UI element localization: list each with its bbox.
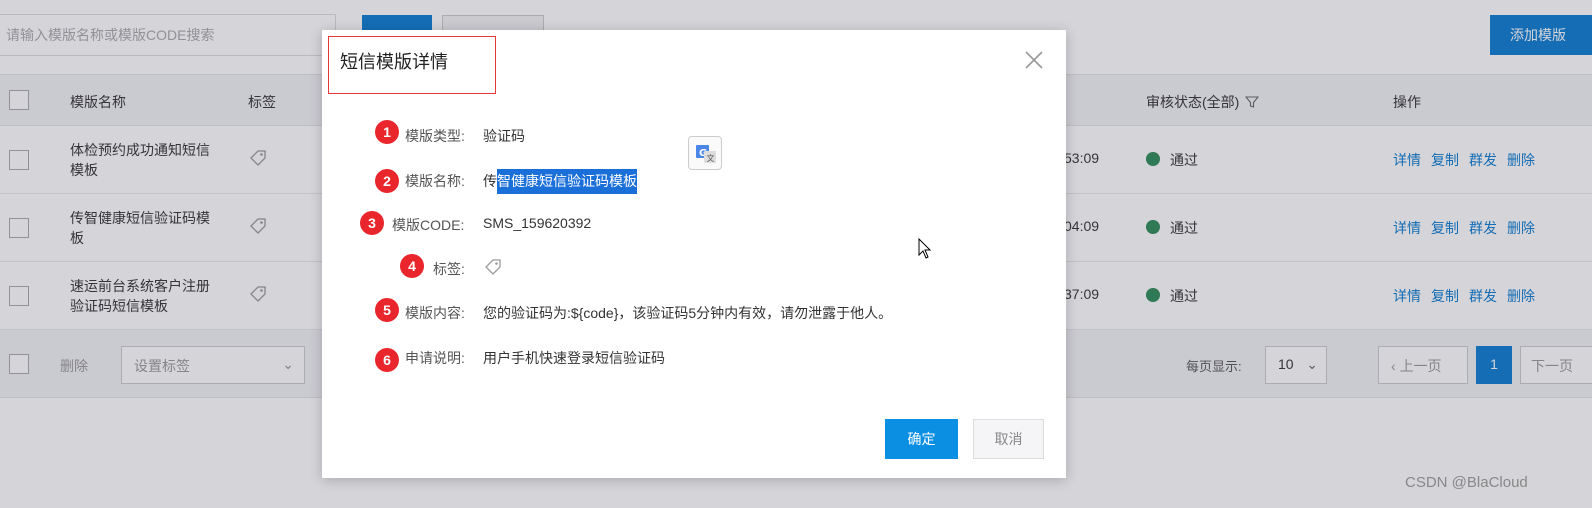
field-value: 用户手机快速登录短信验证码 xyxy=(483,350,665,366)
annotation-badge: 5 xyxy=(375,298,399,322)
field-label: 申请说明: xyxy=(405,350,465,366)
tag-icon[interactable] xyxy=(483,257,503,277)
field-label: 模版CODE: xyxy=(392,217,465,233)
field-label: 模版名称: xyxy=(405,173,465,189)
field-value-unselected: 传 xyxy=(483,173,497,189)
field-label: 模版内容: xyxy=(405,305,465,321)
confirm-button[interactable]: 确定 xyxy=(885,419,958,459)
translate-icon[interactable]: G文 xyxy=(688,136,722,170)
selected-text: 智健康短信验证码模板 xyxy=(497,169,637,194)
watermark: CSDN @BlaCloud xyxy=(1405,474,1528,491)
annotation-badge: 6 xyxy=(375,348,399,372)
field-label: 标签: xyxy=(433,261,465,277)
annotation-badge: 1 xyxy=(375,120,399,144)
svg-text:文: 文 xyxy=(707,153,715,163)
field-value: 传智健康短信验证码模板 xyxy=(483,169,637,194)
field-value: 验证码 xyxy=(483,128,525,144)
mouse-cursor-icon xyxy=(918,238,932,259)
field-label: 模版类型: xyxy=(405,128,465,144)
template-detail-modal: 短信模版详情 1 模版类型: 验证码 2 模版名称: 传智健康短信验证码模板 G… xyxy=(322,30,1066,478)
field-value: 您的验证码为:${code}，该验证码5分钟内有效，请勿泄露于他人。 xyxy=(483,305,893,321)
close-icon[interactable] xyxy=(1022,48,1046,72)
annotation-badge: 3 xyxy=(360,211,384,235)
annotation-badge: 2 xyxy=(375,169,399,193)
title-annotation-box xyxy=(328,36,496,94)
cancel-button[interactable]: 取消 xyxy=(973,419,1044,459)
field-value: SMS_159620392 xyxy=(483,215,592,231)
annotation-badge: 4 xyxy=(400,254,424,278)
